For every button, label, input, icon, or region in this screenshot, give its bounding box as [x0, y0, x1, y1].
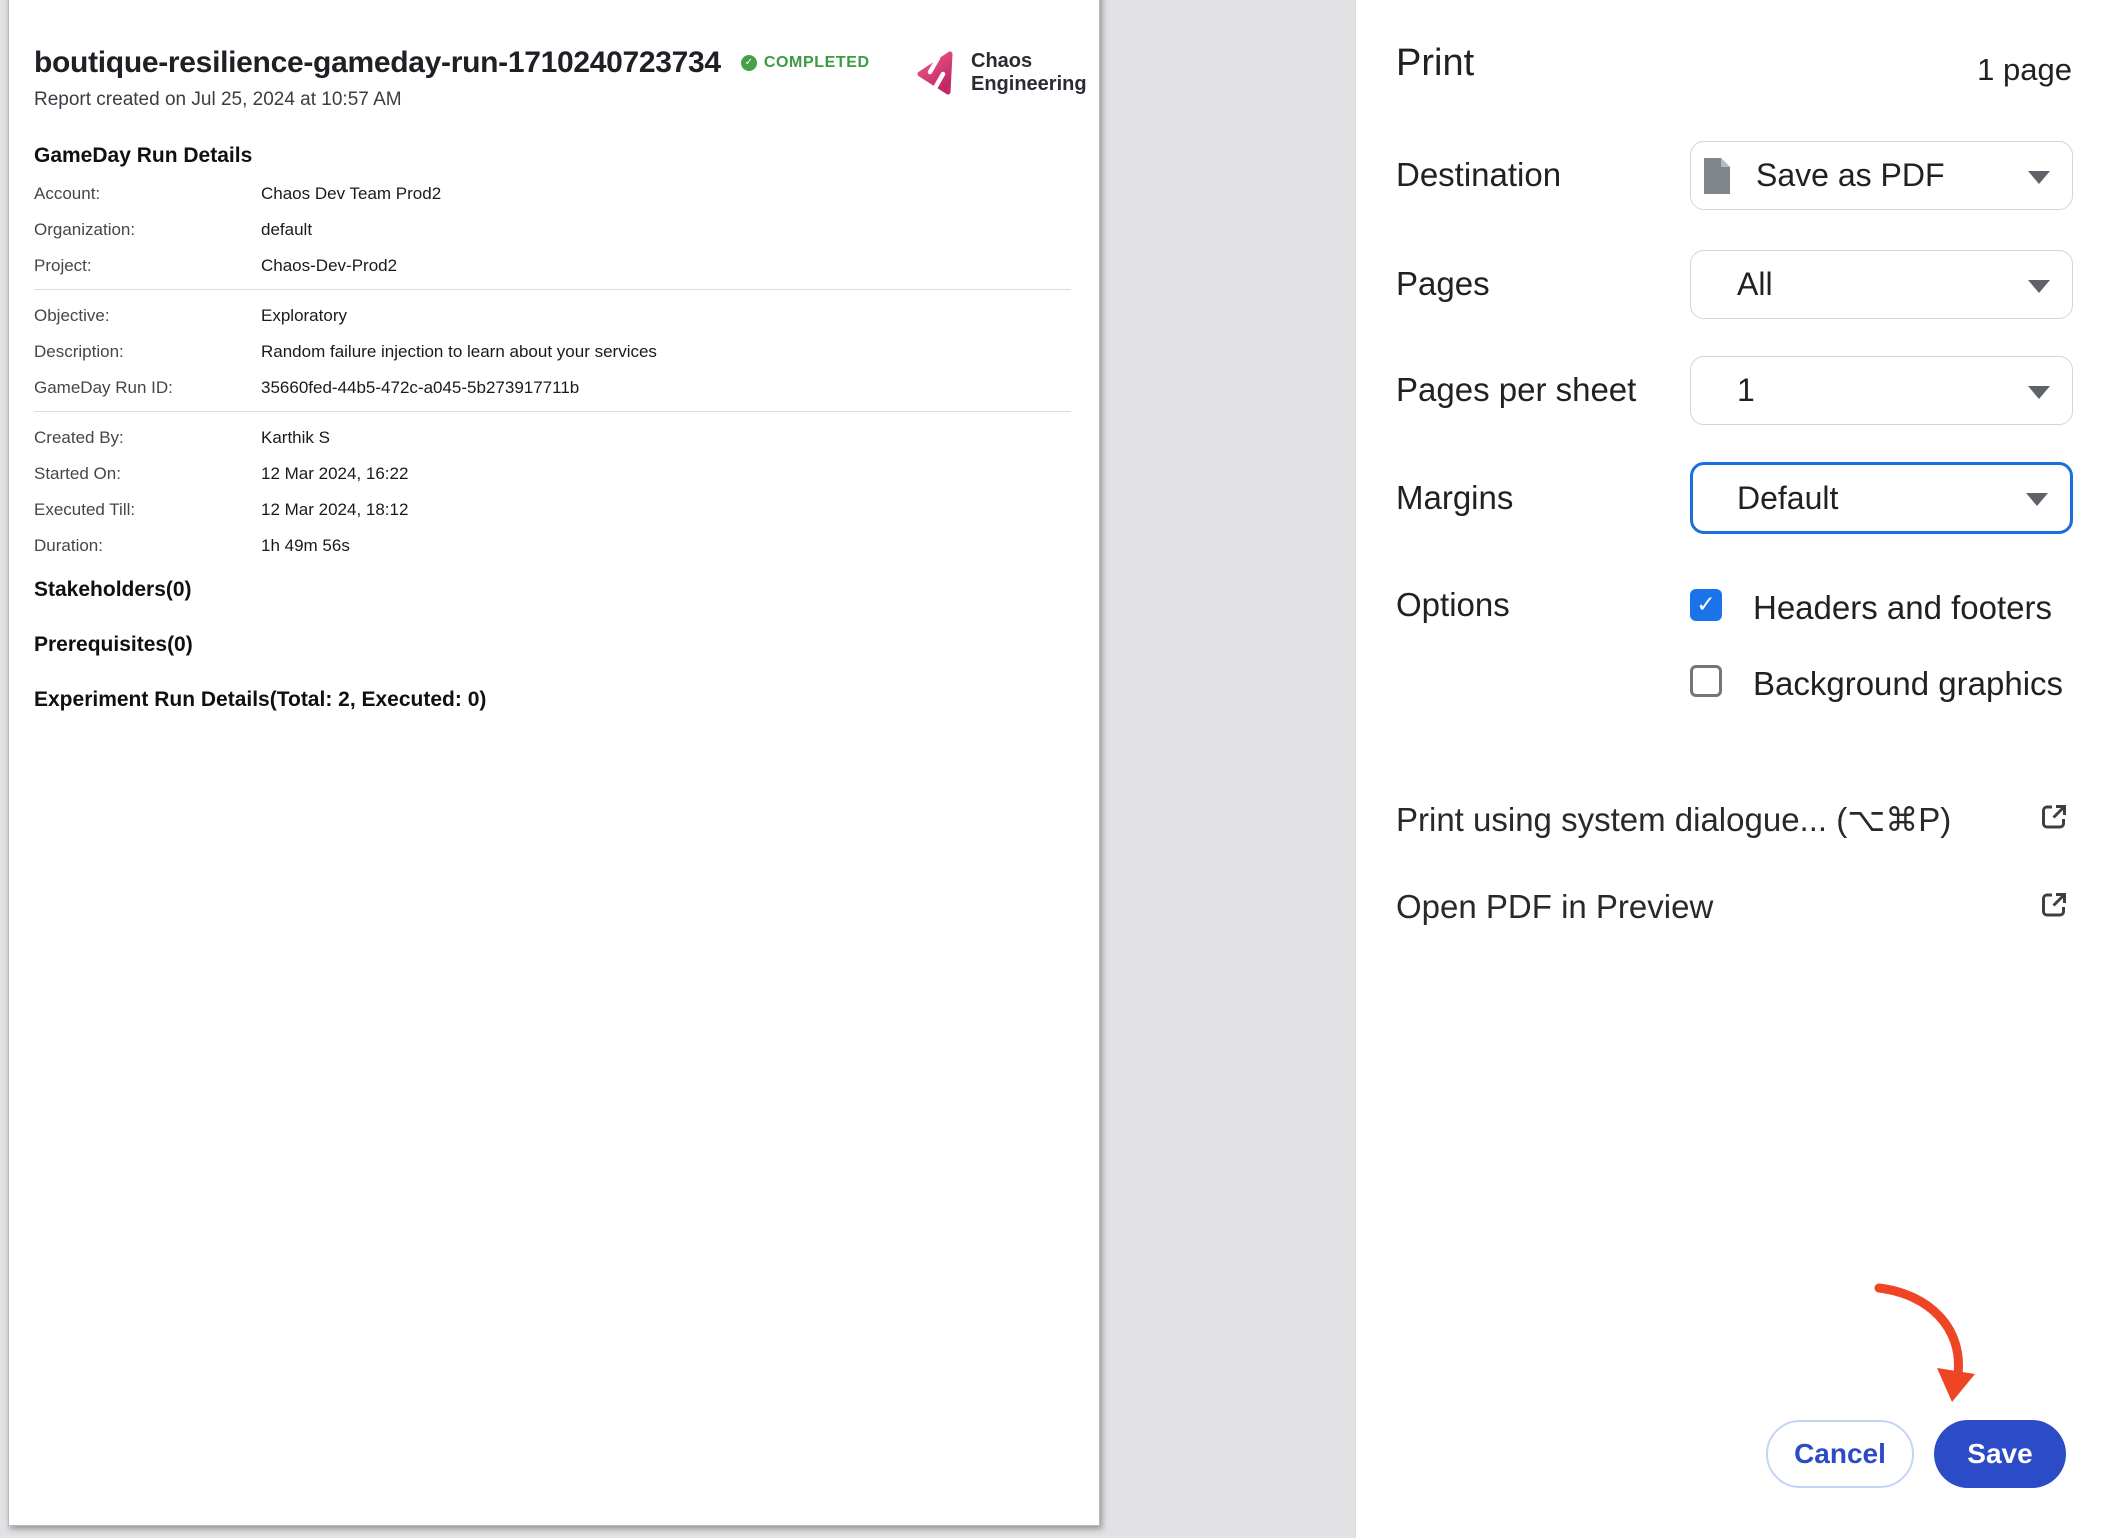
detail-row: Started On: 12 Mar 2024, 16:22: [34, 464, 1074, 484]
detail-value: Random failure injection to learn about …: [261, 342, 657, 362]
logo-line2: Engineering: [971, 73, 1087, 96]
detail-value: Chaos-Dev-Prod2: [261, 256, 397, 276]
pages-value: All: [1691, 266, 1773, 303]
external-link-icon[interactable]: [2038, 889, 2070, 921]
detail-row: Created By: Karthik S: [34, 428, 1074, 448]
cancel-button-label: Cancel: [1794, 1438, 1886, 1470]
red-arrow-annotation: [1871, 1272, 1981, 1408]
detail-row: GameDay Run ID: 35660fed-44b5-472c-a045-…: [34, 378, 1074, 398]
margins-label: Margins: [1396, 478, 1513, 518]
chevron-down-icon: [2028, 280, 2050, 293]
logo-wordmark: Chaos Engineering: [971, 50, 1087, 96]
panel-title: Print: [1396, 42, 1474, 85]
options-label: Options: [1396, 585, 1510, 625]
headers-footers-checkbox[interactable]: ✓: [1690, 589, 1722, 621]
detail-row: Account: Chaos Dev Team Prod2: [34, 184, 1074, 204]
section-heading-stakeholders: Stakeholders(0): [34, 577, 1074, 602]
detail-value: 12 Mar 2024, 16:22: [261, 464, 408, 484]
background-graphics-label: Background graphics: [1753, 665, 2063, 703]
pages-per-sheet-value: 1: [1691, 372, 1755, 409]
chaos-pinwheel-icon: [917, 51, 957, 95]
section-divider: [34, 411, 1071, 412]
detail-row: Objective: Exploratory: [34, 306, 1074, 326]
detail-label: Created By:: [34, 428, 261, 448]
detail-label: Project:: [34, 256, 261, 276]
detail-value: default: [261, 220, 312, 240]
detail-value: 12 Mar 2024, 18:12: [261, 500, 408, 520]
status-badge: ✓ COMPLETED: [741, 54, 870, 72]
pages-dropdown[interactable]: All: [1690, 250, 2073, 319]
external-link-icon[interactable]: [2038, 801, 2070, 833]
detail-label: Started On:: [34, 464, 261, 484]
logo-line1: Chaos: [971, 50, 1087, 73]
detail-row: Project: Chaos-Dev-Prod2: [34, 256, 1074, 276]
detail-value: Karthik S: [261, 428, 330, 448]
section-divider: [34, 289, 1071, 290]
save-button[interactable]: Save: [1934, 1420, 2066, 1488]
section-heading-experiment-run-details: Experiment Run Details(Total: 2, Execute…: [34, 687, 1074, 712]
detail-value: Chaos Dev Team Prod2: [261, 184, 441, 204]
chevron-down-icon: [2026, 493, 2048, 506]
detail-value: 35660fed-44b5-472c-a045-5b273917711b: [261, 378, 579, 398]
cancel-button[interactable]: Cancel: [1766, 1420, 1914, 1488]
pages-per-sheet-dropdown[interactable]: 1: [1690, 356, 2073, 425]
pages-per-sheet-label: Pages per sheet: [1396, 370, 1636, 410]
open-pdf-preview-link[interactable]: Open PDF in Preview: [1396, 888, 1713, 926]
report-title: boutique-resilience-gameday-run-17102407…: [34, 45, 721, 81]
section-heading-gameday-details: GameDay Run Details: [34, 143, 1074, 168]
check-circle-icon: ✓: [741, 55, 757, 71]
detail-label: Objective:: [34, 306, 261, 326]
detail-value: 1h 49m 56s: [261, 536, 350, 556]
margins-value: Default: [1693, 480, 1838, 517]
status-badge-label: COMPLETED: [764, 54, 870, 72]
chaos-engineering-logo: Chaos Engineering: [917, 50, 1087, 96]
detail-row: Executed Till: 12 Mar 2024, 18:12: [34, 500, 1074, 520]
system-dialog-link[interactable]: Print using system dialogue... (⌥⌘P): [1396, 800, 1951, 839]
detail-label: Executed Till:: [34, 500, 261, 520]
headers-footers-label: Headers and footers: [1753, 589, 2052, 627]
detail-row: Duration: 1h 49m 56s: [34, 536, 1074, 556]
pages-label: Pages: [1396, 264, 1490, 304]
detail-row: Organization: default: [34, 220, 1074, 240]
save-button-label: Save: [1967, 1438, 2032, 1470]
chevron-down-icon: [2028, 386, 2050, 399]
detail-row: Description: Random failure injection to…: [34, 342, 1074, 362]
pdf-file-icon: [1702, 156, 1732, 196]
section-heading-prerequisites: Prerequisites(0): [34, 632, 1074, 657]
chevron-down-icon: [2028, 171, 2050, 184]
destination-label: Destination: [1396, 155, 1561, 195]
detail-label: Account:: [34, 184, 261, 204]
detail-label: Duration:: [34, 536, 261, 556]
destination-value: Save as PDF: [1756, 157, 1945, 194]
destination-dropdown[interactable]: Save as PDF: [1690, 141, 2073, 210]
detail-label: Organization:: [34, 220, 261, 240]
detail-label: GameDay Run ID:: [34, 378, 261, 398]
page-count: 1 page: [1977, 52, 2072, 88]
print-preview-page: boutique-resilience-gameday-run-17102407…: [8, 0, 1100, 1526]
detail-value: Exploratory: [261, 306, 347, 326]
background-graphics-checkbox[interactable]: [1690, 665, 1722, 697]
detail-label: Description:: [34, 342, 261, 362]
margins-dropdown[interactable]: Default: [1690, 462, 2073, 534]
print-settings-panel: Print 1 page Destination Save as PDF Pag…: [1355, 0, 2110, 1538]
